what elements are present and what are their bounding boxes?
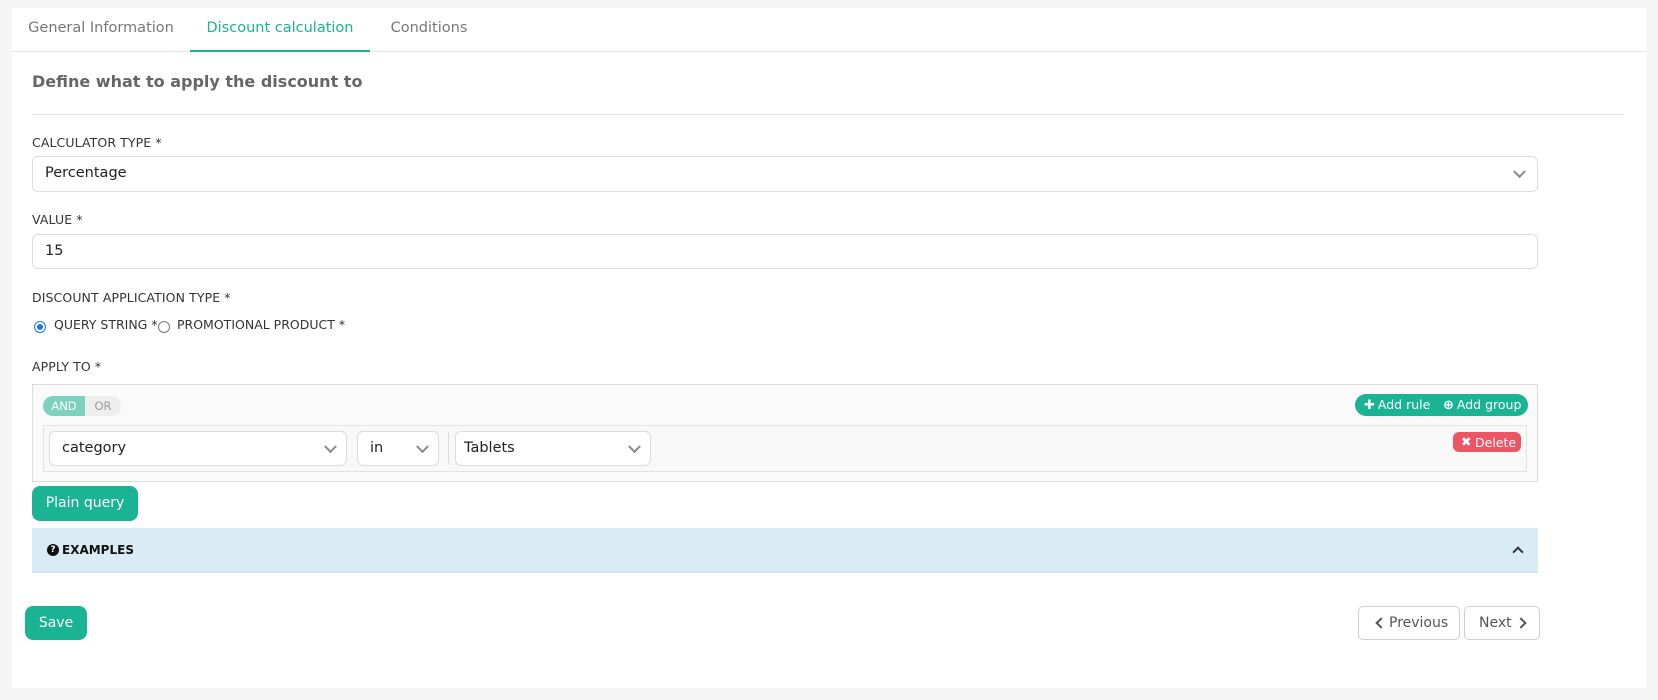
chevron-up-icon — [1512, 546, 1524, 558]
tab-general-information[interactable]: General Information — [12, 8, 190, 52]
next-button[interactable]: Next — [1464, 606, 1540, 640]
add-rule-label: Add rule — [1377, 397, 1431, 412]
rule-value-text: Tablets — [464, 440, 515, 456]
examples-panel-header[interactable]: ? EXAMPLES — [32, 528, 1538, 573]
chevron-left-icon — [1375, 617, 1387, 629]
chevron-down-icon — [628, 439, 641, 453]
value-input[interactable]: 15 — [32, 234, 1538, 269]
and-toggle-button[interactable]: AND — [43, 396, 85, 416]
delete-label: Delete — [1475, 435, 1517, 450]
calculator-type-select[interactable]: Percentage — [32, 156, 1538, 192]
tab-label: General Information — [28, 20, 174, 36]
next-label: Next — [1479, 615, 1512, 631]
calculator-type-label: CALCULATOR TYPE * — [32, 135, 162, 150]
tab-discount-calculation[interactable]: Discount calculation — [190, 8, 370, 52]
plain-query-button[interactable]: Plain query — [32, 486, 138, 521]
add-rule-button[interactable]: ✚ Add rule — [1364, 397, 1430, 413]
tab-label: Discount calculation — [206, 20, 354, 36]
tab-conditions[interactable]: Conditions — [370, 8, 488, 52]
promotional-product-radio[interactable] — [158, 321, 170, 333]
rule-separator — [448, 432, 449, 465]
query-string-radio[interactable] — [34, 321, 46, 333]
calculator-type-value: Percentage — [45, 165, 127, 181]
value-input-text: 15 — [45, 243, 64, 259]
plus-icon: ✚ — [1364, 398, 1375, 413]
chevron-right-icon — [1515, 617, 1527, 629]
tab-bar: General Information Discount calculation… — [12, 8, 1646, 52]
delete-rule-button[interactable]: ✖ Delete — [1453, 432, 1521, 452]
rule-field-select[interactable]: category — [49, 431, 347, 466]
form-card: General Information Discount calculation… — [12, 8, 1646, 688]
add-group-label: Add group — [1456, 397, 1522, 412]
condition-toggle: AND OR — [43, 396, 121, 416]
previous-label: Previous — [1389, 615, 1449, 631]
group-actions: ✚ Add rule ⊕ Add group — [1355, 394, 1528, 416]
query-builder: AND OR ✚ Add rule ⊕ Add group category in … — [32, 384, 1538, 482]
query-rule: category in Tablets ✖ Delete — [43, 425, 1527, 472]
add-group-button[interactable]: ⊕ Add group — [1443, 397, 1521, 413]
section-title: Define what to apply the discount to — [32, 72, 363, 91]
chevron-down-icon — [416, 439, 429, 453]
rule-value-select[interactable]: Tablets — [455, 431, 651, 466]
plain-query-label: Plain query — [45, 495, 125, 511]
value-label: VALUE * — [32, 212, 83, 227]
apply-to-label: APPLY TO * — [32, 359, 102, 374]
or-toggle-button[interactable]: OR — [85, 396, 121, 416]
save-button[interactable]: Save — [25, 606, 87, 640]
section-divider — [32, 114, 1624, 115]
rule-operator-select[interactable]: in — [357, 431, 439, 466]
close-icon: ✖ — [1461, 434, 1472, 449]
plus-circle-icon: ⊕ — [1443, 398, 1454, 413]
promotional-product-label: PROMOTIONAL PRODUCT * — [177, 317, 346, 332]
save-label: Save — [38, 615, 74, 631]
tab-label: Conditions — [390, 20, 468, 36]
chevron-down-icon — [324, 439, 337, 453]
chevron-down-icon — [1513, 165, 1526, 179]
previous-button[interactable]: Previous — [1358, 606, 1460, 640]
examples-label: EXAMPLES — [62, 543, 134, 557]
discount-application-type-label: DISCOUNT APPLICATION TYPE * — [32, 290, 231, 305]
rule-field-value: category — [62, 440, 127, 456]
rule-operator-value: in — [370, 440, 384, 456]
question-circle-icon: ? — [47, 544, 59, 556]
query-string-label: QUERY STRING * — [54, 317, 158, 332]
